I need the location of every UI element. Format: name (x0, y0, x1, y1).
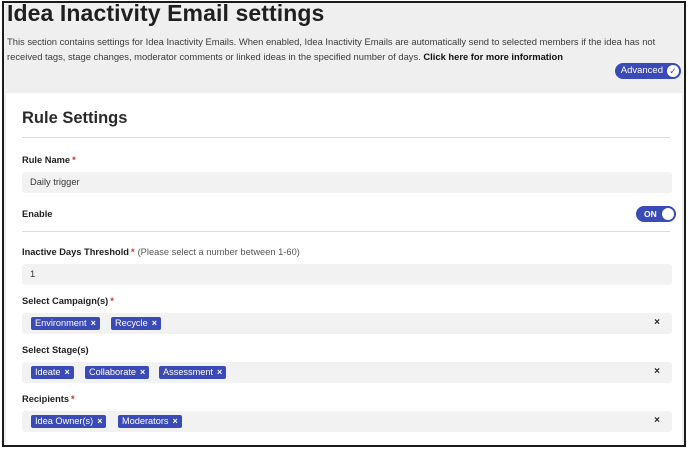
chip-label: Ideate (35, 367, 61, 377)
campaigns-label-text: Select Campaign(s) (22, 296, 109, 306)
recipients-select[interactable]: Idea Owner(s) × Moderators × × (22, 411, 672, 432)
inactive-days-hint: (Please select a number between 1-60) (137, 247, 300, 257)
enable-label: Enable (22, 209, 53, 219)
settings-header: Idea Inactivity Email settings This sect… (4, 3, 684, 91)
required-marker: * (71, 394, 75, 404)
rule-name-label: Rule Name * (22, 155, 76, 165)
divider (22, 137, 670, 138)
divider (22, 231, 670, 232)
required-marker: * (110, 296, 114, 306)
rule-name-label-text: Rule Name (22, 155, 71, 165)
stages-label: Select Stage(s) (22, 345, 89, 355)
recipient-chip[interactable]: Idea Owner(s) × (31, 415, 107, 428)
recipient-chip[interactable]: Moderators × (118, 415, 182, 428)
inactive-days-label-text: Inactive Days Threshold (22, 247, 129, 257)
chip-label: Assessment (163, 367, 214, 377)
remove-icon[interactable]: × (140, 367, 145, 377)
enable-toggle[interactable]: ON (636, 206, 676, 222)
stage-chip[interactable]: Collaborate × (85, 366, 150, 379)
inactive-days-input[interactable]: 1 (22, 264, 672, 285)
remove-icon[interactable]: × (172, 416, 177, 426)
toggle-knob (662, 208, 674, 220)
chip-label: Moderators (122, 416, 169, 426)
toggle-on-text: ON (644, 209, 657, 219)
advanced-label: Advanced (620, 65, 663, 76)
remove-icon[interactable]: × (91, 318, 96, 328)
inactive-days-label: Inactive Days Threshold * (Please select a… (22, 247, 300, 257)
chip-label: Idea Owner(s) (35, 416, 94, 426)
chip-label: Environment (35, 318, 87, 328)
chip-label: Collaborate (89, 367, 136, 377)
check-icon: ✓ (667, 65, 679, 77)
campaign-chip[interactable]: Environment × (31, 317, 100, 330)
remove-icon[interactable]: × (152, 318, 157, 328)
clear-icon[interactable]: × (654, 317, 660, 328)
clear-icon[interactable]: × (654, 415, 660, 426)
stage-chip[interactable]: Assessment × (159, 366, 227, 379)
remove-icon[interactable]: × (217, 367, 222, 377)
campaigns-label: Select Campaign(s) * (22, 296, 114, 306)
page-description: This section contains settings for Idea … (7, 34, 679, 64)
recipients-label: Recipients * (22, 394, 75, 404)
remove-icon[interactable]: × (97, 416, 102, 426)
campaign-chip[interactable]: Recycle × (111, 317, 161, 330)
chip-label: Recycle (115, 318, 148, 328)
rule-name-input[interactable]: Daily trigger (22, 172, 672, 193)
section-title: Rule Settings (22, 109, 128, 127)
advanced-toggle-button[interactable]: Advanced ✓ (614, 63, 681, 79)
page-title: Idea Inactivity Email settings (7, 1, 325, 26)
stages-select[interactable]: Ideate × Collaborate × Assessment × × (22, 362, 672, 383)
settings-window: Idea Inactivity Email settings This sect… (2, 1, 686, 447)
rule-settings-card: Rule Settings Rule Name * Daily trigger E… (6, 93, 682, 445)
more-info-link[interactable]: Click here for more information (423, 51, 563, 62)
required-marker: * (130, 247, 135, 257)
recipients-label-text: Recipients (22, 394, 70, 404)
required-marker: * (72, 155, 76, 165)
stage-chip[interactable]: Ideate × (31, 366, 74, 379)
remove-icon[interactable]: × (65, 367, 70, 377)
clear-icon[interactable]: × (654, 366, 660, 377)
campaigns-select[interactable]: Environment × Recycle × × (22, 313, 672, 334)
